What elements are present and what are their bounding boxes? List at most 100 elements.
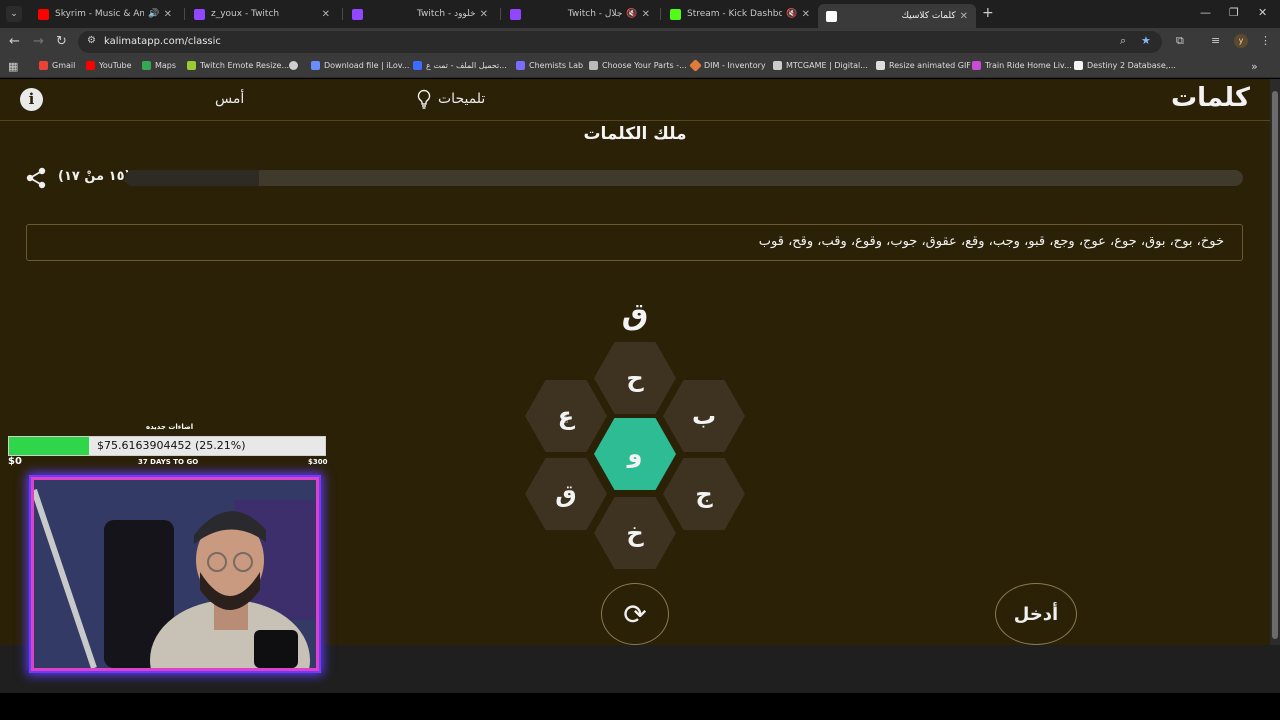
close-tab-icon[interactable]: ✕ — [960, 11, 968, 22]
browser-tab-strip: ⌄ Skyrim - Music & Ambience 🔊 ✕ z_youx -… — [0, 0, 1280, 28]
muted-speaker-icon[interactable]: 🔇 — [786, 9, 797, 19]
twitch-favicon-icon — [194, 8, 205, 20]
tab-separator — [184, 8, 185, 20]
progress-bar — [125, 170, 1243, 186]
tab-title: Skyrim - Music & Ambience — [55, 9, 145, 19]
minimize-window-icon[interactable]: — — [1200, 6, 1211, 19]
app-header: كلمات تلميحات أمس i — [0, 79, 1270, 121]
zoom-icon[interactable]: ⌕ — [1120, 34, 1126, 48]
goal-min-label: $0 — [8, 456, 22, 467]
bookmark-download-ar[interactable]: تحميل الملف - تمت ع... — [413, 61, 507, 70]
bookmark-mtcgame[interactable]: MTCGAME | Digital... — [773, 61, 868, 70]
globe-icon — [289, 61, 298, 70]
tab-title: Twitch - خلوود — [417, 9, 476, 19]
close-window-icon[interactable]: ✕ — [1258, 6, 1267, 19]
ezgif-icon — [876, 61, 885, 70]
bookmark-star-icon[interactable]: ★ — [1141, 34, 1151, 47]
muted-speaker-icon[interactable]: 🔇 — [626, 9, 637, 19]
menu-kebab-icon[interactable]: ⋮ — [1260, 34, 1271, 47]
tab-twitch-jalal[interactable]: Twitch - جلال 🔇 ✕ — [502, 4, 658, 24]
emote-icon — [187, 61, 196, 70]
bookmark-pc-parts[interactable]: Choose Your Parts -... — [589, 61, 687, 70]
twitch-favicon-icon — [510, 8, 521, 20]
lightbulb-icon — [417, 89, 431, 109]
hints-button[interactable]: تلميحات — [416, 89, 485, 109]
letter-tile-top-right[interactable]: ب — [663, 380, 745, 452]
webcam-overlay — [31, 477, 319, 671]
pcpartpicker-icon — [589, 61, 598, 70]
page-scrollbar[interactable] — [1270, 79, 1280, 645]
bookmark-dim[interactable]: DIM - Inventory — [689, 59, 766, 72]
found-words-list: خوخ، بوح، بوق، جوع، عوج، وجع، قبو، وجب، … — [758, 234, 1224, 249]
refresh-icon: ⟳ — [623, 597, 647, 631]
url-text[interactable]: kalimatapp.com/classic — [104, 36, 221, 47]
enter-button[interactable]: أدخل — [995, 583, 1077, 645]
tab-kalimat-classic[interactable]: كلمات كلاسيك ✕ — [818, 4, 976, 28]
restore-window-icon[interactable]: ❐ — [1229, 6, 1239, 19]
scrollbar-thumb[interactable] — [1272, 91, 1278, 639]
bookmark-gmail[interactable]: Gmail — [39, 61, 75, 70]
close-tab-icon[interactable]: ✕ — [802, 9, 810, 20]
current-word-input: ق — [621, 297, 649, 332]
tab-separator — [342, 8, 343, 20]
tab-twitch-khloud[interactable]: Twitch - خلوود ✕ — [344, 4, 496, 24]
letter-tile-center[interactable]: و — [594, 418, 676, 490]
twitch-favicon-icon — [352, 8, 363, 20]
tab-search-button[interactable]: ⌄ — [6, 6, 22, 22]
apps-grid-icon[interactable]: ▦ — [8, 60, 18, 73]
bookmarks-bar: ▦ Gmail YouTube Maps Twitch Emote Resize… — [0, 56, 1280, 78]
bookmark-ilovepdf[interactable]: Download file | iLov... — [311, 61, 409, 70]
profile-avatar[interactable]: y — [1234, 34, 1248, 48]
site-info-icon[interactable]: ⚙ — [87, 35, 96, 46]
forward-arrow-icon[interactable]: → — [33, 34, 44, 49]
hand-cursor-icon: ☝ — [560, 411, 569, 427]
letter-tile-bottom-left[interactable]: ق — [525, 458, 607, 530]
tab-z-youx[interactable]: z_youx - Twitch ✕ — [186, 4, 338, 24]
close-tab-icon[interactable]: ✕ — [164, 9, 172, 20]
app-logo[interactable]: كلمات — [1171, 83, 1250, 113]
info-icon[interactable]: i — [20, 88, 43, 111]
hints-label: تلميحات — [438, 91, 486, 107]
goal-days-left: 37 DAYS TO GO — [138, 458, 199, 466]
bookmark-resize-gif[interactable]: Resize animated GIF — [876, 61, 971, 70]
letter-tile-top[interactable]: ح — [594, 342, 676, 414]
reload-icon[interactable]: ↻ — [56, 34, 67, 49]
light-gg-icon — [1074, 61, 1083, 70]
speaker-icon[interactable]: 🔊 — [148, 9, 159, 19]
more-bookmarks-icon[interactable]: » — [1251, 60, 1258, 73]
bookmark-globe[interactable] — [289, 61, 302, 70]
yesterday-link[interactable]: أمس — [215, 91, 244, 107]
goal-max-label: $300 — [308, 458, 328, 466]
address-bar[interactable]: ⚙ kalimatapp.com/classic ⌕ ★ — [78, 31, 1162, 53]
webcam-feed-image — [34, 480, 316, 668]
extensions-icon[interactable]: ⧉ — [1176, 34, 1184, 48]
media-controls-icon[interactable]: ≡ — [1211, 34, 1220, 47]
shuffle-button[interactable]: ⟳ — [601, 583, 669, 645]
tab-separator — [660, 8, 661, 20]
download-site-icon — [413, 61, 422, 70]
letter-tile-bottom[interactable]: خ — [594, 497, 676, 569]
maps-icon — [142, 61, 151, 70]
new-tab-button[interactable]: + — [982, 5, 994, 21]
close-tab-icon[interactable]: ✕ — [322, 9, 330, 20]
tab-kick-dashboard[interactable]: Stream - Kick Dashboard 🔇 ✕ — [662, 4, 818, 24]
bookmark-train-ride[interactable]: Train Ride Home Liv... — [972, 61, 1072, 70]
tab-skyrim[interactable]: Skyrim - Music & Ambience 🔊 ✕ — [30, 4, 180, 24]
close-tab-icon[interactable]: ✕ — [642, 9, 650, 20]
goal-progress-fill — [9, 437, 89, 455]
letter-tile-bottom-right[interactable]: ج — [663, 458, 745, 530]
bookmark-youtube[interactable]: YouTube — [86, 61, 132, 70]
found-words-box[interactable]: خوخ، بوح، بوق، جوع، عوج، وجع، قبو، وجب، … — [26, 224, 1243, 261]
tab-title: Stream - Kick Dashboard — [687, 9, 783, 19]
share-icon[interactable] — [24, 166, 48, 190]
progress-bar-fill — [125, 170, 260, 186]
bookmark-destiny-db[interactable]: Destiny 2 Database,... — [1074, 61, 1176, 70]
back-arrow-icon[interactable]: ← — [9, 34, 20, 49]
bookmark-chemists-lab[interactable]: Chemists Lab — [516, 61, 583, 70]
tab-title: Twitch - جلال — [567, 9, 623, 19]
bookmark-maps[interactable]: Maps — [142, 61, 176, 70]
mtcgame-icon — [773, 61, 782, 70]
bookmark-twitch-emote[interactable]: Twitch Emote Resize... — [187, 61, 289, 70]
taskbar — [0, 693, 1280, 720]
close-tab-icon[interactable]: ✕ — [480, 9, 488, 20]
